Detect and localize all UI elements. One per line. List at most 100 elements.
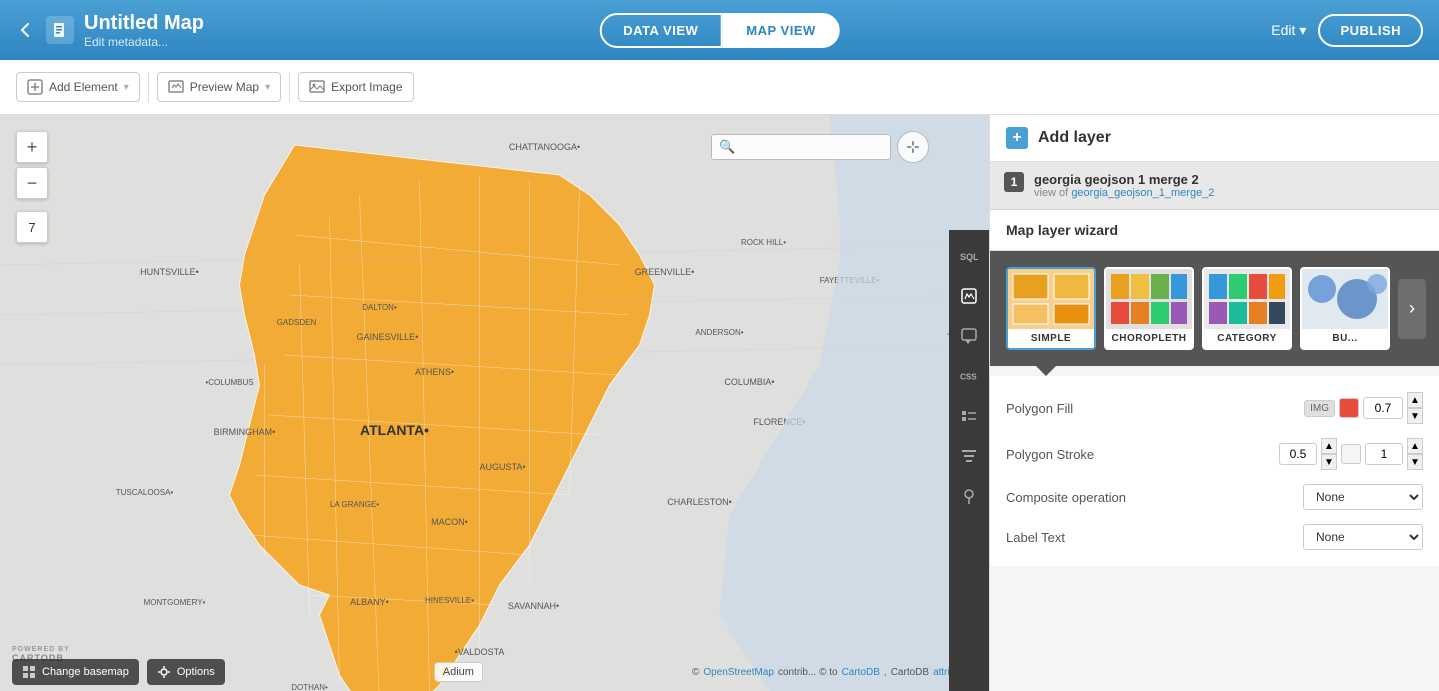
map-svg: ATLANTA• ATHENS• GAINESVILLE• DALTON• GA… bbox=[0, 115, 989, 691]
stroke-width-down[interactable]: ▼ bbox=[1321, 454, 1337, 470]
map-search: 🔍 ⊹ bbox=[711, 131, 929, 163]
svg-text:CSS: CSS bbox=[960, 373, 977, 382]
publish-button[interactable]: PUBLISH bbox=[1318, 14, 1423, 47]
infowindow-tab[interactable] bbox=[951, 318, 987, 354]
zoom-out-button[interactable]: − bbox=[16, 167, 48, 199]
opacity-up-button[interactable]: ▲ bbox=[1407, 392, 1423, 408]
polygon-fill-color[interactable] bbox=[1339, 398, 1359, 418]
search-icon: 🔍 bbox=[719, 139, 735, 155]
options-button[interactable]: Options bbox=[147, 659, 225, 685]
compass-button[interactable]: ⊹ bbox=[897, 131, 929, 163]
preview-chevron: ▾ bbox=[265, 82, 270, 93]
svg-text:ALBANY•: ALBANY• bbox=[350, 597, 389, 607]
svg-text:SQL: SQL bbox=[960, 252, 978, 262]
add-element-chevron: ▾ bbox=[124, 82, 129, 93]
filters-tab[interactable] bbox=[951, 438, 987, 474]
add-layer-plus[interactable]: + bbox=[1006, 127, 1028, 149]
style-icon bbox=[960, 287, 978, 305]
style-simple[interactable]: SIMPLE bbox=[1006, 267, 1096, 350]
map-subtitle[interactable]: Edit metadata... bbox=[84, 35, 204, 49]
style-next-button[interactable]: › bbox=[1398, 279, 1426, 339]
svg-text:CHARLESTON•: CHARLESTON• bbox=[667, 497, 732, 507]
label-text-row: Label Text None bbox=[1006, 524, 1423, 550]
style-bubble[interactable]: BU... bbox=[1300, 267, 1390, 350]
svg-text:MONTGOMERY•: MONTGOMERY• bbox=[144, 598, 206, 607]
osm-credit-link[interactable]: OpenStreetMap bbox=[703, 667, 774, 678]
layer-item: 1 georgia geojson 1 merge 2 view of geor… bbox=[990, 162, 1439, 210]
top-bar-right: Edit ▾ PUBLISH bbox=[1271, 14, 1423, 47]
polygon-fill-opacity[interactable]: 0.7 bbox=[1363, 397, 1403, 419]
layer-source-link[interactable]: georgia_geojson_1_merge_2 bbox=[1071, 187, 1214, 199]
map-area[interactable]: ATLANTA• ATHENS• GAINESVILLE• DALTON• GA… bbox=[0, 115, 989, 691]
edit-button[interactable]: Edit ▾ bbox=[1271, 22, 1306, 39]
chevron-down-icon: ▾ bbox=[1299, 22, 1306, 39]
simple-style-preview bbox=[1008, 269, 1094, 329]
stroke-width-up[interactable]: ▲ bbox=[1321, 438, 1337, 454]
export-image-icon bbox=[309, 79, 325, 95]
legends-tab[interactable] bbox=[951, 398, 987, 434]
bubble-style-preview bbox=[1302, 269, 1388, 329]
wizard-header: Map layer wizard bbox=[990, 210, 1439, 251]
opacity-down-button[interactable]: ▼ bbox=[1407, 408, 1423, 424]
svg-text:GAINESVILLE•: GAINESVILLE• bbox=[357, 332, 419, 342]
export-image-label: Export Image bbox=[331, 80, 402, 94]
add-element-icon bbox=[27, 79, 43, 95]
stroke-opacity-down[interactable]: ▼ bbox=[1407, 454, 1423, 470]
map-title: Untitled Map bbox=[84, 12, 204, 35]
stroke-width-input[interactable] bbox=[1279, 443, 1317, 465]
preview-map-icon bbox=[168, 79, 184, 95]
toolbar-separator-2 bbox=[289, 72, 290, 102]
style-form: Polygon Fill IMG 0.7 ▲ ▼ Polygon Stroke bbox=[990, 376, 1439, 566]
add-element-button[interactable]: Add Element ▾ bbox=[16, 72, 140, 102]
layer-name: georgia geojson 1 merge 2 bbox=[1034, 172, 1425, 187]
css-tab[interactable]: CSS bbox=[951, 358, 987, 394]
map-search-input[interactable] bbox=[711, 134, 891, 160]
polygon-stroke-row: Polygon Stroke ▲ ▼ ▲ ▼ bbox=[1006, 438, 1423, 470]
svg-text:ANDERSON•: ANDERSON• bbox=[695, 328, 743, 337]
svg-text:AUGUSTA•: AUGUSTA• bbox=[480, 462, 526, 472]
data-view-btn[interactable]: DATA VIEW bbox=[599, 13, 722, 48]
style-tab[interactable] bbox=[951, 278, 987, 314]
label-text-select[interactable]: None bbox=[1303, 524, 1423, 550]
composite-select[interactable]: None Multiply Screen bbox=[1303, 484, 1423, 510]
back-button[interactable] bbox=[16, 20, 36, 40]
export-image-button[interactable]: Export Image bbox=[298, 72, 413, 102]
preview-map-label: Preview Map bbox=[190, 80, 259, 94]
stroke-opacity-up[interactable]: ▲ bbox=[1407, 438, 1423, 454]
layer-info: georgia geojson 1 merge 2 view of georgi… bbox=[1034, 172, 1425, 199]
composite-row: Composite operation None Multiply Screen bbox=[1006, 484, 1423, 510]
map-view-btn[interactable]: MAP VIEW bbox=[722, 13, 840, 48]
svg-text:GADSDEN: GADSDEN bbox=[277, 318, 317, 327]
infowindow-icon bbox=[960, 327, 978, 345]
svg-text:ATHENS•: ATHENS• bbox=[415, 367, 454, 377]
svg-text:DALTON•: DALTON• bbox=[362, 303, 397, 312]
style-category[interactable]: CATEGORY bbox=[1202, 267, 1292, 350]
stroke-opacity-input[interactable] bbox=[1365, 443, 1403, 465]
map-bottom-controls: Change basemap Options bbox=[12, 659, 225, 685]
basemap-icon bbox=[22, 665, 36, 679]
cartodb-credit-link[interactable]: CartoDB bbox=[842, 667, 880, 678]
svg-text:COLUMBIA•: COLUMBIA• bbox=[724, 377, 774, 387]
change-basemap-button[interactable]: Change basemap bbox=[12, 659, 139, 685]
category-style-preview bbox=[1204, 269, 1290, 329]
svg-text:SAVANNAH•: SAVANNAH• bbox=[508, 601, 559, 611]
css-icon: CSS bbox=[960, 370, 978, 382]
map-credits: © OpenStreetMap contrib... © to CartoDB,… bbox=[692, 667, 977, 678]
choropleth-style-preview bbox=[1106, 269, 1192, 329]
style-choropleth[interactable]: CHOROPLETH bbox=[1104, 267, 1194, 350]
preview-map-button[interactable]: Preview Map ▾ bbox=[157, 72, 281, 102]
zoom-in-button[interactable]: + bbox=[16, 131, 48, 163]
polygon-fill-row: Polygon Fill IMG 0.7 ▲ ▼ bbox=[1006, 392, 1423, 424]
svg-text:MACON•: MACON• bbox=[431, 517, 468, 527]
markers-tab[interactable] bbox=[951, 478, 987, 514]
img-label: IMG bbox=[1304, 400, 1335, 417]
zoom-level: 7 bbox=[16, 211, 48, 243]
svg-text:•COLUMBUS: •COLUMBUS bbox=[205, 378, 253, 387]
sql-tab[interactable]: SQL bbox=[951, 238, 987, 274]
svg-text:HUNTSVILLE•: HUNTSVILLE• bbox=[140, 267, 199, 277]
polygon-stroke-label: Polygon Stroke bbox=[1006, 447, 1094, 462]
stroke-color-swatch[interactable] bbox=[1341, 444, 1361, 464]
markers-icon bbox=[960, 487, 978, 505]
right-sidebar: + Add layer 1 georgia geojson 1 merge 2 … bbox=[989, 115, 1439, 691]
wizard-arrow bbox=[1036, 366, 1056, 376]
